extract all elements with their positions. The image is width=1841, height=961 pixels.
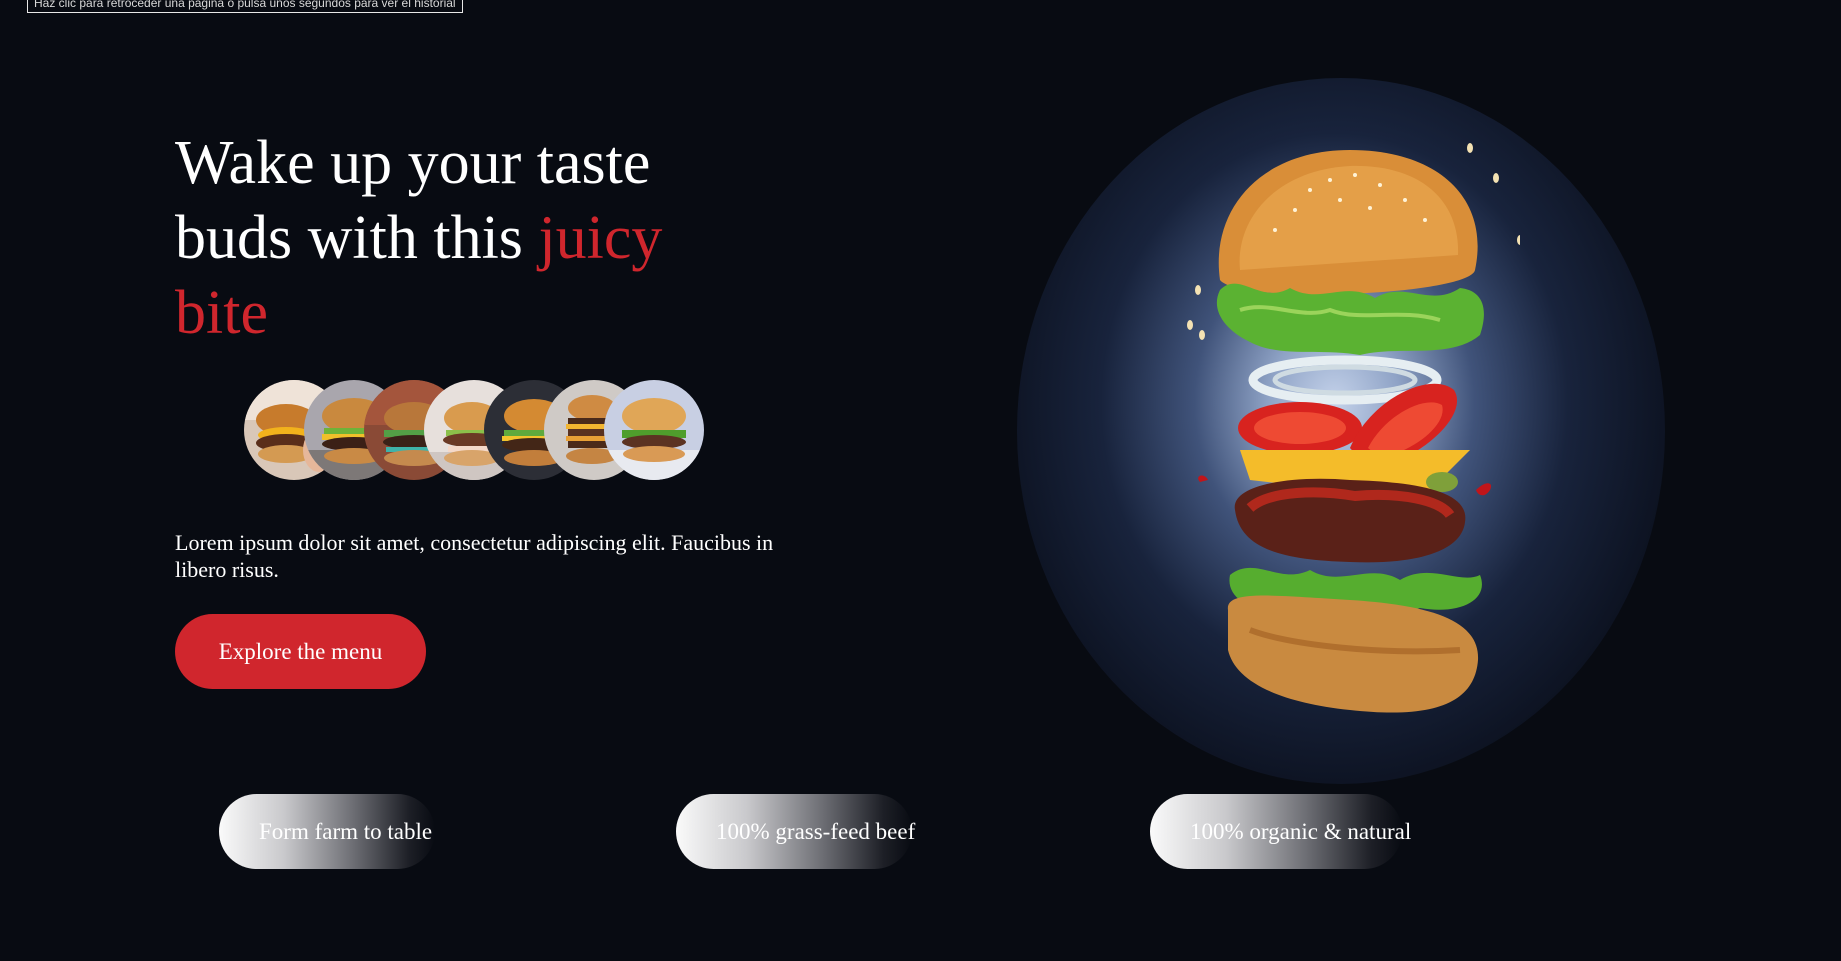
floating-burger-image: [1187, 143, 1520, 713]
feature-label: Form farm to table: [259, 819, 433, 844]
feature-pill-organic-natural: 100% organic & natural: [1150, 794, 1411, 869]
feature-pill-grass-fed-beef: 100% grass-feed beef: [676, 794, 916, 869]
feature-label: 100% organic & natural: [1190, 819, 1412, 844]
burger-thumb-7[interactable]: [604, 380, 704, 480]
hero-description: Lorem ipsum dolor sit amet, consectetur …: [175, 530, 774, 582]
hero-headline: Wake up your taste buds with this juicy …: [175, 126, 735, 351]
feature-label: 100% grass-feed beef: [716, 819, 916, 844]
back-button-tooltip: Haz clic para retroceder una página o pu…: [27, 0, 463, 13]
explore-menu-button[interactable]: Explore the menu: [175, 614, 426, 689]
feature-pill-farm-to-table: Form farm to table: [219, 794, 435, 869]
landing-page: Haz clic para retroceder una página o pu…: [0, 0, 1841, 961]
